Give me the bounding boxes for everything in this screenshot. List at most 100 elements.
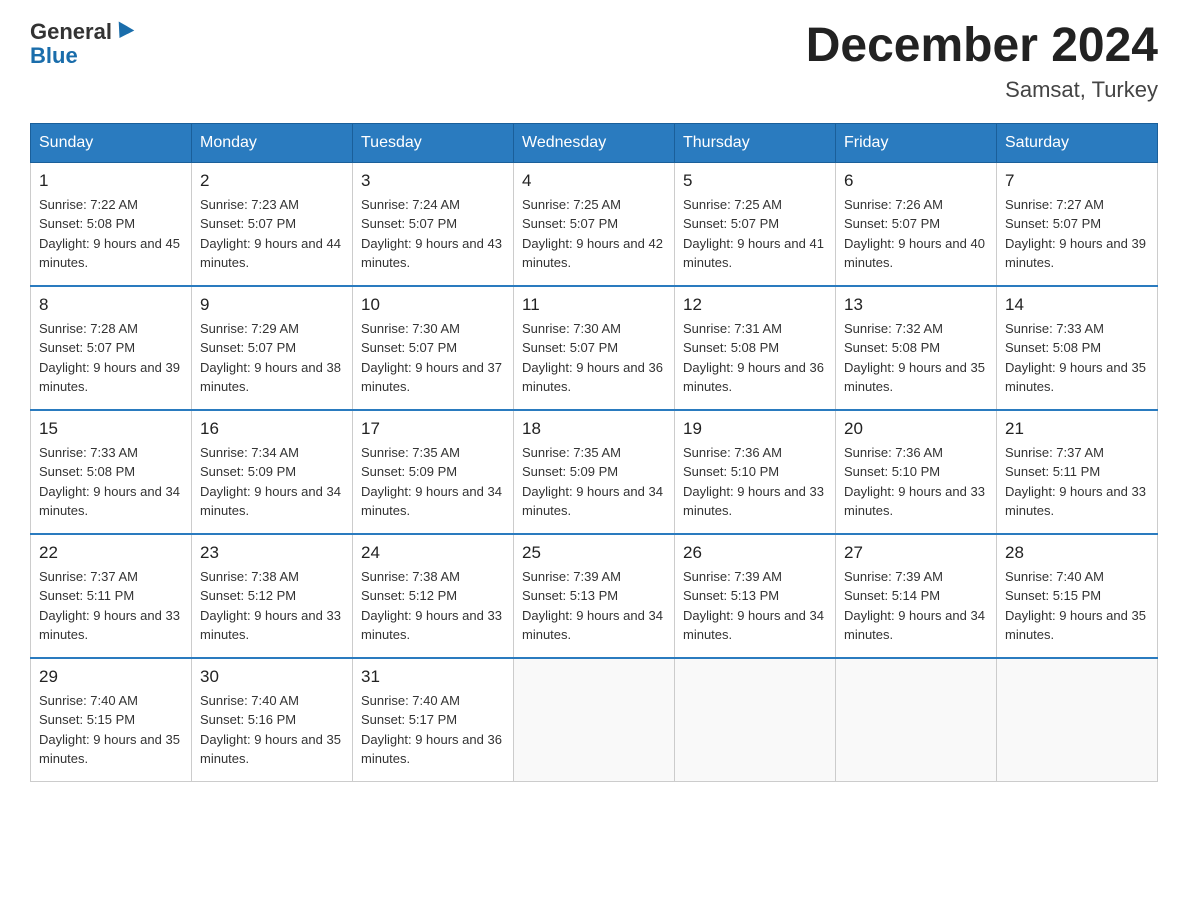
day-number: 15 (39, 419, 183, 439)
calendar-cell: 26 Sunrise: 7:39 AM Sunset: 5:13 PM Dayl… (675, 534, 836, 658)
day-info: Sunrise: 7:35 AM Sunset: 5:09 PM Dayligh… (361, 443, 505, 521)
calendar-cell: 11 Sunrise: 7:30 AM Sunset: 5:07 PM Dayl… (514, 286, 675, 410)
day-number: 18 (522, 419, 666, 439)
day-info: Sunrise: 7:39 AM Sunset: 5:13 PM Dayligh… (522, 567, 666, 645)
day-info: Sunrise: 7:36 AM Sunset: 5:10 PM Dayligh… (844, 443, 988, 521)
day-number: 23 (200, 543, 344, 563)
calendar-cell: 24 Sunrise: 7:38 AM Sunset: 5:12 PM Dayl… (353, 534, 514, 658)
weekday-header-sunday: Sunday (31, 123, 192, 162)
calendar-cell: 28 Sunrise: 7:40 AM Sunset: 5:15 PM Dayl… (997, 534, 1158, 658)
day-info: Sunrise: 7:25 AM Sunset: 5:07 PM Dayligh… (522, 195, 666, 273)
weekday-header-saturday: Saturday (997, 123, 1158, 162)
day-info: Sunrise: 7:22 AM Sunset: 5:08 PM Dayligh… (39, 195, 183, 273)
calendar-cell: 6 Sunrise: 7:26 AM Sunset: 5:07 PM Dayli… (836, 162, 997, 286)
day-info: Sunrise: 7:36 AM Sunset: 5:10 PM Dayligh… (683, 443, 827, 521)
title-block: December 2024 Samsat, Turkey (806, 20, 1158, 103)
calendar-cell (514, 658, 675, 782)
day-info: Sunrise: 7:34 AM Sunset: 5:09 PM Dayligh… (200, 443, 344, 521)
calendar-cell: 23 Sunrise: 7:38 AM Sunset: 5:12 PM Dayl… (192, 534, 353, 658)
calendar-cell: 17 Sunrise: 7:35 AM Sunset: 5:09 PM Dayl… (353, 410, 514, 534)
day-info: Sunrise: 7:37 AM Sunset: 5:11 PM Dayligh… (1005, 443, 1149, 521)
calendar-cell: 8 Sunrise: 7:28 AM Sunset: 5:07 PM Dayli… (31, 286, 192, 410)
calendar-cell: 7 Sunrise: 7:27 AM Sunset: 5:07 PM Dayli… (997, 162, 1158, 286)
day-info: Sunrise: 7:39 AM Sunset: 5:13 PM Dayligh… (683, 567, 827, 645)
calendar-week-3: 15 Sunrise: 7:33 AM Sunset: 5:08 PM Dayl… (31, 410, 1158, 534)
calendar-cell (836, 658, 997, 782)
calendar-cell: 14 Sunrise: 7:33 AM Sunset: 5:08 PM Dayl… (997, 286, 1158, 410)
calendar-week-5: 29 Sunrise: 7:40 AM Sunset: 5:15 PM Dayl… (31, 658, 1158, 782)
day-number: 3 (361, 171, 505, 191)
calendar-table: SundayMondayTuesdayWednesdayThursdayFrid… (30, 123, 1158, 782)
calendar-week-2: 8 Sunrise: 7:28 AM Sunset: 5:07 PM Dayli… (31, 286, 1158, 410)
calendar-cell: 31 Sunrise: 7:40 AM Sunset: 5:17 PM Dayl… (353, 658, 514, 782)
weekday-header-friday: Friday (836, 123, 997, 162)
calendar-cell: 25 Sunrise: 7:39 AM Sunset: 5:13 PM Dayl… (514, 534, 675, 658)
day-info: Sunrise: 7:38 AM Sunset: 5:12 PM Dayligh… (361, 567, 505, 645)
weekday-header-thursday: Thursday (675, 123, 836, 162)
day-number: 27 (844, 543, 988, 563)
day-info: Sunrise: 7:29 AM Sunset: 5:07 PM Dayligh… (200, 319, 344, 397)
calendar-cell: 5 Sunrise: 7:25 AM Sunset: 5:07 PM Dayli… (675, 162, 836, 286)
calendar-cell (675, 658, 836, 782)
day-number: 24 (361, 543, 505, 563)
day-number: 29 (39, 667, 183, 687)
weekday-header-wednesday: Wednesday (514, 123, 675, 162)
day-info: Sunrise: 7:30 AM Sunset: 5:07 PM Dayligh… (361, 319, 505, 397)
calendar-week-4: 22 Sunrise: 7:37 AM Sunset: 5:11 PM Dayl… (31, 534, 1158, 658)
day-number: 21 (1005, 419, 1149, 439)
day-number: 11 (522, 295, 666, 315)
calendar-cell: 13 Sunrise: 7:32 AM Sunset: 5:08 PM Dayl… (836, 286, 997, 410)
calendar-title: December 2024 (806, 20, 1158, 73)
weekday-header-monday: Monday (192, 123, 353, 162)
day-number: 30 (200, 667, 344, 687)
calendar-cell: 29 Sunrise: 7:40 AM Sunset: 5:15 PM Dayl… (31, 658, 192, 782)
logo-general-text: General (30, 20, 112, 44)
calendar-cell: 2 Sunrise: 7:23 AM Sunset: 5:07 PM Dayli… (192, 162, 353, 286)
weekday-header-row: SundayMondayTuesdayWednesdayThursdayFrid… (31, 123, 1158, 162)
day-number: 7 (1005, 171, 1149, 191)
day-info: Sunrise: 7:27 AM Sunset: 5:07 PM Dayligh… (1005, 195, 1149, 273)
day-number: 6 (844, 171, 988, 191)
day-number: 20 (844, 419, 988, 439)
calendar-cell: 1 Sunrise: 7:22 AM Sunset: 5:08 PM Dayli… (31, 162, 192, 286)
calendar-cell: 3 Sunrise: 7:24 AM Sunset: 5:07 PM Dayli… (353, 162, 514, 286)
day-info: Sunrise: 7:40 AM Sunset: 5:17 PM Dayligh… (361, 691, 505, 769)
day-info: Sunrise: 7:40 AM Sunset: 5:15 PM Dayligh… (1005, 567, 1149, 645)
day-number: 26 (683, 543, 827, 563)
day-number: 1 (39, 171, 183, 191)
day-number: 12 (683, 295, 827, 315)
calendar-cell: 10 Sunrise: 7:30 AM Sunset: 5:07 PM Dayl… (353, 286, 514, 410)
day-info: Sunrise: 7:38 AM Sunset: 5:12 PM Dayligh… (200, 567, 344, 645)
calendar-cell: 22 Sunrise: 7:37 AM Sunset: 5:11 PM Dayl… (31, 534, 192, 658)
day-info: Sunrise: 7:35 AM Sunset: 5:09 PM Dayligh… (522, 443, 666, 521)
day-number: 2 (200, 171, 344, 191)
day-info: Sunrise: 7:33 AM Sunset: 5:08 PM Dayligh… (1005, 319, 1149, 397)
calendar-cell: 15 Sunrise: 7:33 AM Sunset: 5:08 PM Dayl… (31, 410, 192, 534)
day-number: 22 (39, 543, 183, 563)
calendar-cell (997, 658, 1158, 782)
day-info: Sunrise: 7:37 AM Sunset: 5:11 PM Dayligh… (39, 567, 183, 645)
weekday-header-tuesday: Tuesday (353, 123, 514, 162)
calendar-cell: 9 Sunrise: 7:29 AM Sunset: 5:07 PM Dayli… (192, 286, 353, 410)
calendar-cell: 27 Sunrise: 7:39 AM Sunset: 5:14 PM Dayl… (836, 534, 997, 658)
day-number: 8 (39, 295, 183, 315)
calendar-cell: 16 Sunrise: 7:34 AM Sunset: 5:09 PM Dayl… (192, 410, 353, 534)
page-header: General Blue December 2024 Samsat, Turke… (30, 20, 1158, 103)
day-info: Sunrise: 7:33 AM Sunset: 5:08 PM Dayligh… (39, 443, 183, 521)
day-info: Sunrise: 7:40 AM Sunset: 5:15 PM Dayligh… (39, 691, 183, 769)
calendar-cell: 20 Sunrise: 7:36 AM Sunset: 5:10 PM Dayl… (836, 410, 997, 534)
day-info: Sunrise: 7:31 AM Sunset: 5:08 PM Dayligh… (683, 319, 827, 397)
day-info: Sunrise: 7:28 AM Sunset: 5:07 PM Dayligh… (39, 319, 183, 397)
day-info: Sunrise: 7:30 AM Sunset: 5:07 PM Dayligh… (522, 319, 666, 397)
day-number: 28 (1005, 543, 1149, 563)
day-info: Sunrise: 7:24 AM Sunset: 5:07 PM Dayligh… (361, 195, 505, 273)
day-number: 16 (200, 419, 344, 439)
day-number: 9 (200, 295, 344, 315)
logo: General Blue (30, 20, 132, 68)
day-number: 10 (361, 295, 505, 315)
day-number: 31 (361, 667, 505, 687)
day-info: Sunrise: 7:25 AM Sunset: 5:07 PM Dayligh… (683, 195, 827, 273)
day-number: 5 (683, 171, 827, 191)
calendar-week-1: 1 Sunrise: 7:22 AM Sunset: 5:08 PM Dayli… (31, 162, 1158, 286)
day-number: 14 (1005, 295, 1149, 315)
